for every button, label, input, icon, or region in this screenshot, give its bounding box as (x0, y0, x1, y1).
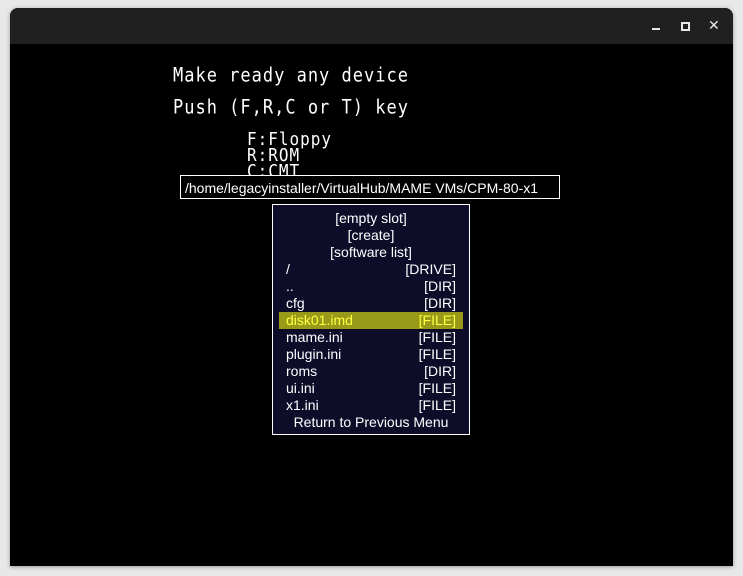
close-icon: ✕ (708, 18, 720, 34)
file-entry-type: [FILE] (418, 312, 456, 328)
file-entry-type: [DIR] (424, 278, 456, 294)
prompt-line-1: Make ready any device (173, 64, 409, 87)
file-entry-name: x1.ini (286, 397, 319, 413)
app-window: ✕ Make ready any device Push (F,R,C or T… (10, 8, 733, 566)
file-entry-type: [FILE] (418, 329, 456, 345)
file-entry-name: ui.ini (286, 380, 315, 396)
file-entry[interactable]: / [DRIVE] (279, 261, 463, 278)
current-path-display: /home/legacyinstaller/VirtualHub/MAME VM… (180, 175, 560, 199)
file-entry-type: [DIR] (424, 295, 456, 311)
maximize-icon (681, 22, 690, 31)
menu-item-empty-slot[interactable]: [empty slot] (279, 210, 463, 227)
file-entry-name: .. (286, 278, 294, 294)
file-entry-selected[interactable]: disk01.imd [FILE] (279, 312, 463, 329)
file-entry-type: [DIR] (424, 363, 456, 379)
option-rom: R:ROM (247, 144, 301, 166)
file-entry[interactable]: cfg [DIR] (279, 295, 463, 312)
emulator-screen: Make ready any device Push (F,R,C or T) … (10, 44, 733, 566)
file-entry-name: disk01.imd (286, 312, 353, 328)
file-entry-type: [FILE] (418, 380, 456, 396)
file-entry-name: plugin.ini (286, 346, 342, 362)
file-entry-name: mame.ini (286, 329, 343, 345)
close-button[interactable]: ✕ (704, 16, 724, 36)
file-entry[interactable]: x1.ini [FILE] (279, 397, 463, 414)
minimize-button[interactable] (646, 16, 666, 36)
file-entry[interactable]: .. [DIR] (279, 278, 463, 295)
maximize-button[interactable] (675, 16, 695, 36)
file-entry[interactable]: ui.ini [FILE] (279, 380, 463, 397)
file-entry[interactable]: mame.ini [FILE] (279, 329, 463, 346)
file-entry-name: cfg (286, 295, 305, 311)
title-bar[interactable]: ✕ (10, 8, 733, 44)
prompt-line-2: Push (F,R,C or T) key (173, 96, 409, 119)
minimize-icon (652, 28, 660, 30)
menu-item-create[interactable]: [create] (279, 227, 463, 244)
file-entry[interactable]: roms [DIR] (279, 363, 463, 380)
return-to-previous-menu[interactable]: Return to Previous Menu (279, 414, 463, 431)
file-selector-menu: [empty slot] [create] [software list] / … (272, 204, 470, 435)
file-entry-type: [FILE] (418, 397, 456, 413)
file-entry-type: [FILE] (418, 346, 456, 362)
file-entry-name: roms (286, 363, 318, 379)
menu-item-software-list[interactable]: [software list] (279, 244, 463, 261)
file-entry[interactable]: plugin.ini [FILE] (279, 346, 463, 363)
file-entry-name: / (286, 261, 290, 277)
file-entry-type: [DRIVE] (405, 261, 456, 277)
